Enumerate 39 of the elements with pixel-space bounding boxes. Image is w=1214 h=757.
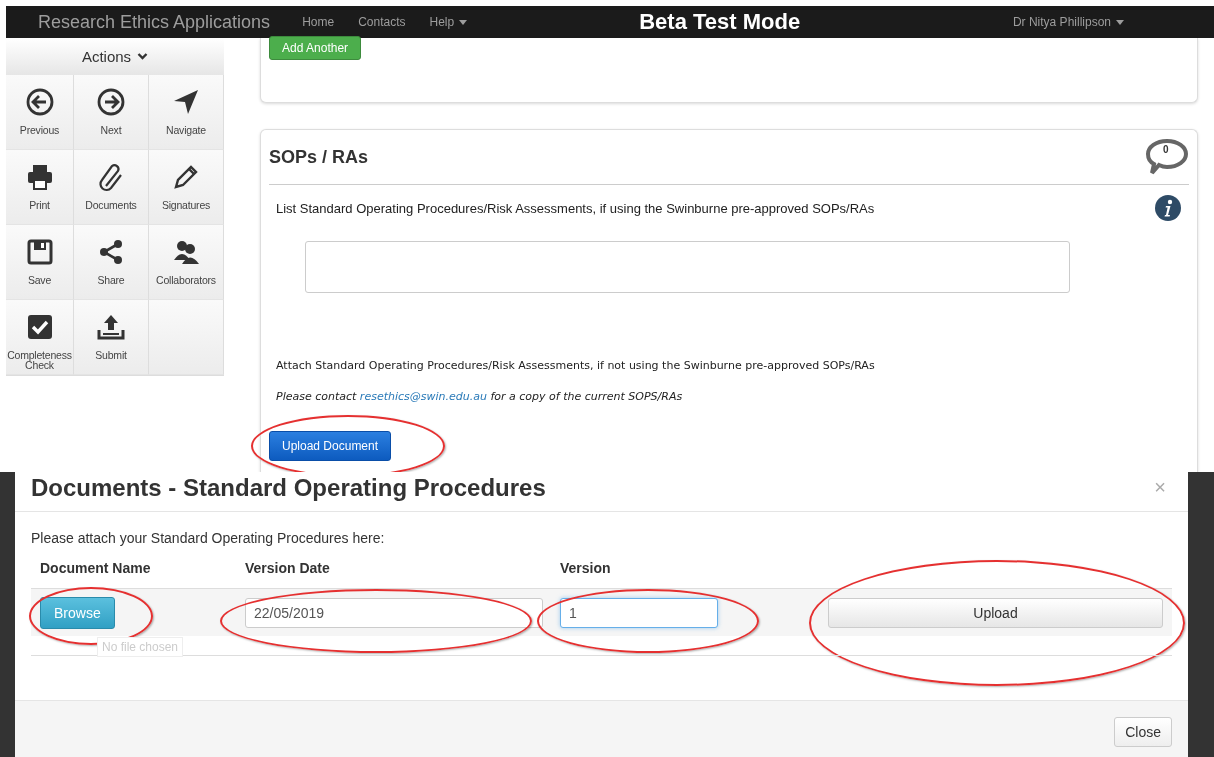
nav-link[interactable]: Help bbox=[429, 15, 468, 29]
action-button[interactable]: Print bbox=[6, 150, 74, 225]
info-icon[interactable] bbox=[1155, 195, 1181, 221]
version-date-field[interactable]: 22/05/2019 bbox=[245, 597, 543, 628]
upload-document-button[interactable]: Upload Document bbox=[269, 431, 392, 461]
nav-link[interactable]: Contacts bbox=[358, 15, 406, 29]
column-header: Version Date bbox=[244, 560, 331, 576]
section-title: SOPs / RAs bbox=[269, 146, 369, 168]
action-button[interactable]: Next bbox=[74, 75, 149, 150]
app-title[interactable]: Research Ethics Applications bbox=[38, 11, 271, 33]
chevron-down-icon bbox=[137, 52, 149, 61]
dialog-instructions: Please attach your Standard Operating Procedures here: bbox=[31, 530, 386, 546]
comments-icon[interactable]: 0 bbox=[1145, 137, 1189, 177]
user-menu[interactable]: Dr Nitya Phillipson bbox=[1012, 15, 1124, 29]
arrow-right-icon bbox=[96, 87, 126, 117]
action-button[interactable]: Navigate bbox=[149, 75, 224, 150]
email-link[interactable]: resethics@swin.edu.au bbox=[359, 390, 487, 403]
action-button[interactable]: Save bbox=[6, 225, 74, 300]
dialog-title: Documents - Standard Operating Procedures bbox=[31, 473, 546, 502]
action-button[interactable]: Documents bbox=[74, 150, 149, 225]
close-dialog-button[interactable]: Close bbox=[1114, 717, 1172, 747]
action-button[interactable]: Submit bbox=[74, 300, 149, 375]
caret-icon bbox=[1116, 20, 1124, 26]
action-button[interactable]: Completeness Check bbox=[6, 300, 74, 375]
question-text: List Standard Operating Procedures/Risk Assessments, if using the Swinburne pre-approved SOPs/RAs bbox=[276, 200, 875, 216]
action-button[interactable]: Collaborators bbox=[149, 225, 224, 300]
attach-instructions: Attach Standard Operating Procedures/Risk Assessments, if not using the Swinburne pre-approved SOPs/RAs bbox=[276, 359, 876, 372]
nav-link[interactable]: Home bbox=[302, 15, 335, 29]
action-button[interactable]: Share bbox=[74, 225, 149, 300]
mode-label: Beta Test Mode bbox=[639, 9, 801, 35]
action-button[interactable]: Previous bbox=[6, 75, 74, 150]
comment-count: 0 bbox=[1163, 144, 1169, 155]
contact-text: Please contact resethics@swin.edu.au for a copy of the current SOPS/RAs bbox=[276, 390, 684, 403]
action-button[interactable]: Signatures bbox=[149, 150, 224, 225]
version-field[interactable]: 1 bbox=[560, 597, 718, 628]
column-header: Version bbox=[559, 560, 612, 576]
upload-button[interactable]: Upload bbox=[828, 597, 1163, 628]
column-header: Document Name bbox=[39, 560, 152, 576]
arrow-left-icon bbox=[24, 87, 55, 117]
